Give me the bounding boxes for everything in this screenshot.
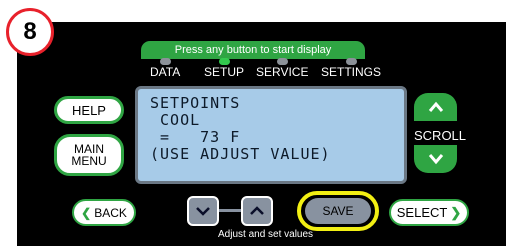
chevron-down-icon — [196, 207, 210, 216]
adjust-down-button[interactable] — [187, 196, 219, 226]
lcd-line-4: (USE ADJUST VALUE) — [150, 145, 331, 163]
tab-indicator-led — [218, 58, 230, 65]
step-number-badge: 8 — [6, 8, 54, 56]
chevron-up-icon — [428, 101, 443, 112]
lcd-line-2: COOL — [150, 111, 201, 129]
chevron-left-icon: ❮ — [81, 205, 92, 220]
adjust-up-button[interactable] — [241, 196, 273, 226]
tab-settings[interactable]: SETTINGS — [321, 58, 381, 78]
tab-label: DATA — [150, 65, 181, 79]
adjust-connector — [219, 209, 241, 212]
tab-service[interactable]: SERVICE — [256, 58, 308, 78]
tab-label: SETUP — [204, 65, 245, 79]
tab-indicator-led — [345, 58, 357, 65]
chevron-up-icon — [250, 206, 264, 215]
tab-indicator-led — [159, 58, 171, 65]
tab-setup[interactable]: SETUP — [204, 58, 244, 78]
select-button[interactable]: SELECT ❯ — [389, 199, 469, 226]
save-button[interactable]: SAVE — [305, 198, 371, 224]
lcd-display: SETPOINTS COOL = 73 F (USE ADJUST VALUE) — [135, 86, 407, 184]
scroll-up-button[interactable] — [414, 93, 457, 121]
tab-data[interactable]: DATA — [150, 58, 180, 78]
back-button[interactable]: ❮ BACK — [72, 199, 136, 226]
scroll-down-button[interactable] — [414, 145, 457, 173]
scroll-label: SCROLL — [414, 128, 467, 143]
adjust-hint-text: Adjust and set values — [218, 229, 314, 240]
tab-label: SERVICE — [256, 65, 309, 79]
select-label: SELECT — [396, 205, 448, 220]
chevron-down-icon — [428, 154, 443, 165]
chevron-right-icon: ❯ — [450, 204, 462, 220]
main-menu-button[interactable]: MAIN MENU — [54, 134, 124, 176]
lcd-line-3: = 73 F — [150, 128, 241, 146]
lcd-line-1: SETPOINTS — [150, 94, 241, 112]
tab-label: SETTINGS — [321, 65, 382, 79]
help-button[interactable]: HELP — [54, 96, 124, 124]
back-label: BACK — [94, 205, 127, 220]
start-display-banner: Press any button to start display — [141, 41, 365, 59]
main-menu-label-line2: MENU — [71, 154, 107, 168]
tab-indicator-led — [276, 58, 288, 65]
